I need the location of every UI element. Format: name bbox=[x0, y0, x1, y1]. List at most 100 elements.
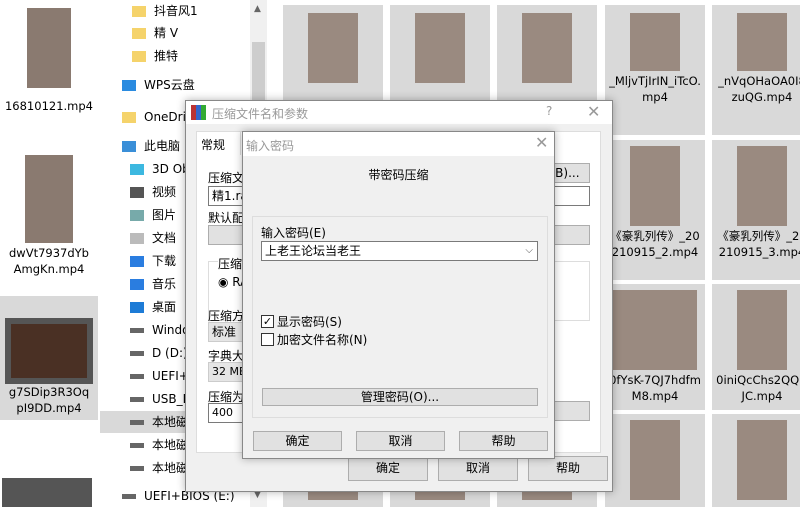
drive-icon bbox=[130, 420, 144, 425]
file-tile[interactable]: 《豪乳列传》_20210915_2.mp4 bbox=[605, 140, 705, 280]
video-thumbnail bbox=[613, 290, 697, 370]
video-icon bbox=[130, 187, 144, 198]
drive-icon bbox=[130, 397, 144, 402]
close-icon[interactable]: ✕ bbox=[587, 102, 600, 121]
ok-button[interactable]: 确定 bbox=[253, 431, 342, 451]
nav-item-label: 下载 bbox=[152, 254, 177, 268]
file-name: _nVqOHaOA0I8zuQG.mp4 bbox=[718, 74, 800, 104]
nav-item-label: 音乐 bbox=[152, 277, 177, 291]
video-thumbnail bbox=[25, 155, 73, 243]
folder-icon bbox=[132, 28, 146, 39]
winrar-icon bbox=[191, 105, 206, 120]
video-thumbnail bbox=[630, 13, 680, 71]
video-thumbnail bbox=[27, 8, 71, 88]
dialog-title: 压缩文件名和参数 bbox=[212, 107, 309, 121]
cancel-button[interactable]: 取消 bbox=[356, 431, 445, 451]
file-name: g7SDip3R3OqpI9DD.mp4 bbox=[8, 385, 90, 415]
help-button[interactable]: 帮助 bbox=[528, 456, 608, 481]
file-tile[interactable]: _MljvTjIrIN_iTcO.mp4 bbox=[605, 5, 705, 135]
drive-icon bbox=[122, 494, 136, 499]
folder-icon bbox=[132, 6, 146, 17]
video-thumbnail bbox=[308, 13, 358, 83]
video-thumbnail bbox=[737, 13, 787, 71]
close-icon[interactable]: ✕ bbox=[535, 133, 548, 152]
file-tile[interactable]: 0iniQcChs2QQHJC.mp4 bbox=[712, 284, 800, 410]
manage-passwords-button[interactable]: 管理密码(O)... bbox=[262, 388, 538, 406]
file-tile[interactable] bbox=[712, 414, 800, 507]
chevron-down-icon[interactable]: ⌵ bbox=[525, 242, 533, 260]
video-thumbnail bbox=[737, 420, 787, 500]
music-icon bbox=[130, 279, 144, 290]
video-thumbnail bbox=[522, 13, 572, 83]
file-tile[interactable]: 0fYsK-7QJ7hdfmM8.mp4 bbox=[605, 284, 705, 410]
show-password-checkbox[interactable]: ✓ bbox=[261, 315, 274, 328]
encrypt-names-label: 加密文件名称(N) bbox=[277, 333, 368, 347]
file-name: 0fYsK-7QJ7hdfmM8.mp4 bbox=[609, 373, 701, 403]
picture-icon bbox=[130, 210, 144, 221]
folder-icon bbox=[122, 112, 136, 123]
video-thumbnail bbox=[5, 318, 93, 384]
password-label: 输入密码(E) bbox=[261, 226, 326, 240]
nav-item[interactable]: 精 V bbox=[100, 22, 250, 44]
help-button[interactable]: 帮助 bbox=[459, 431, 548, 451]
help-icon[interactable]: ? bbox=[546, 104, 552, 118]
video-thumbnail bbox=[737, 290, 787, 370]
nav-item-label: D (D:) bbox=[152, 346, 188, 360]
nav-item-label: 抖音风1 bbox=[154, 4, 198, 18]
nav-item-label: WPS云盘 bbox=[144, 78, 195, 92]
nav-item-label: 推特 bbox=[154, 49, 179, 63]
password-dialog: 输入密码 ✕ 带密码压缩 输入密码(E) 上老王论坛当老王 ⌵ ✓ 显示密码(S)… bbox=[242, 131, 555, 459]
cube-icon bbox=[130, 164, 144, 175]
password-input[interactable]: 上老王论坛当老王 ⌵ bbox=[261, 241, 538, 261]
document-icon bbox=[130, 233, 144, 244]
tab-general[interactable]: 常规 bbox=[196, 131, 241, 155]
folder-icon bbox=[132, 51, 146, 62]
file-tile-selected[interactable]: g7SDip3R3OqpI9DD.mp4 bbox=[0, 296, 98, 420]
file-tile[interactable]: dwVt7937dYbAmgKn.mp4 bbox=[0, 150, 98, 280]
encrypt-names-checkbox[interactable] bbox=[261, 333, 274, 346]
password-value: 上老王论坛当老王 bbox=[265, 244, 362, 258]
file-name: 0iniQcChs2QQHJC.mp4 bbox=[716, 373, 800, 403]
nav-item[interactable]: 推特 bbox=[100, 45, 250, 67]
video-thumbnail bbox=[2, 478, 92, 507]
show-password-label: 显示密码(S) bbox=[277, 315, 342, 329]
file-name: 《豪乳列传》_20210915_3.mp4 bbox=[717, 229, 800, 259]
ok-button[interactable]: 确定 bbox=[348, 456, 428, 481]
file-name: 16810121.mp4 bbox=[4, 99, 93, 113]
file-name: dwVt7937dYbAmgKn.mp4 bbox=[9, 246, 89, 276]
video-thumbnail bbox=[415, 13, 465, 83]
video-thumbnail bbox=[737, 146, 787, 226]
nav-item[interactable]: WPS云盘 bbox=[100, 74, 250, 96]
drive-icon bbox=[130, 466, 144, 471]
scroll-up-icon[interactable]: ▲ bbox=[254, 4, 261, 14]
dialog-title: 输入密码 bbox=[246, 139, 295, 153]
computer-icon bbox=[122, 141, 136, 152]
nav-item-label: 桌面 bbox=[152, 300, 177, 314]
nav-item-label: 图片 bbox=[152, 208, 177, 222]
file-tile[interactable] bbox=[605, 414, 705, 507]
cancel-button[interactable]: 取消 bbox=[438, 456, 518, 481]
file-name: _MljvTjIrIN_iTcO.mp4 bbox=[609, 74, 701, 104]
file-tile[interactable]: 《豪乳列传》_20210915_3.mp4 bbox=[712, 140, 800, 280]
file-tile[interactable]: 16810121.mp4 bbox=[0, 0, 98, 120]
drive-icon bbox=[130, 328, 144, 333]
nav-item-label: 视频 bbox=[152, 185, 177, 199]
cloud-icon bbox=[122, 80, 136, 91]
nav-item-label: 文档 bbox=[152, 231, 177, 245]
video-thumbnail bbox=[630, 420, 680, 500]
dialog-heading: 带密码压缩 bbox=[368, 168, 429, 182]
title-bar: 输入密码 ✕ bbox=[243, 132, 554, 156]
download-icon bbox=[130, 256, 144, 267]
nav-item-label: UEFI+ bbox=[152, 369, 189, 383]
desktop-icon bbox=[130, 302, 144, 313]
video-thumbnail bbox=[630, 146, 680, 226]
drive-icon bbox=[130, 351, 144, 356]
nav-item-label: 精 V bbox=[154, 26, 179, 40]
nav-item-label: 此电脑 bbox=[144, 139, 181, 153]
drive-icon bbox=[130, 374, 144, 379]
file-tile[interactable]: _nVqOHaOA0I8zuQG.mp4 bbox=[712, 5, 800, 135]
title-bar: 压缩文件名和参数 ? ✕ bbox=[186, 101, 612, 124]
nav-item[interactable]: 抖音风1 bbox=[100, 0, 250, 22]
file-name: 《豪乳列传》_20210915_2.mp4 bbox=[610, 229, 700, 259]
drive-icon bbox=[130, 443, 144, 448]
